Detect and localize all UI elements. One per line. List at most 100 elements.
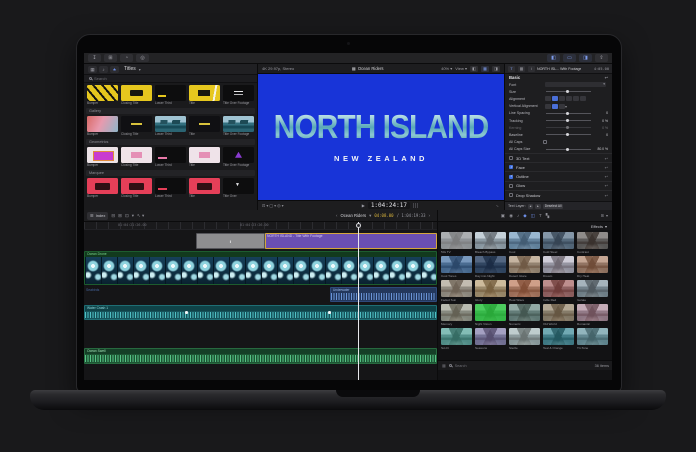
video-inspector-icon[interactable]: ▦ <box>518 65 525 72</box>
title-template[interactable]: Title Over Footage <box>223 115 254 137</box>
crop-icon[interactable]: ▢ <box>269 203 273 208</box>
font-dropdown[interactable] <box>545 82 606 88</box>
section-checkbox[interactable] <box>509 174 513 179</box>
media-import-icon[interactable]: ↧ <box>88 54 101 62</box>
title-text-sub[interactable]: NEW ZEALAND <box>334 154 428 163</box>
slider-handle[interactable] <box>565 126 569 130</box>
range-check-icon[interactable]: ◧ <box>469 65 478 72</box>
valign-segment[interactable] <box>545 103 551 109</box>
parameter-slider[interactable] <box>546 119 591 123</box>
prev-project-icon[interactable]: ‹ <box>336 213 338 218</box>
parameter-checkbox[interactable] <box>543 140 547 145</box>
object-tracker-icon[interactable]: ◎ <box>136 54 149 62</box>
effect-tile[interactable]: Cool Tones <box>441 256 472 278</box>
effect-tile[interactable]: Sterile <box>509 328 540 350</box>
transitions-browser-icon[interactable]: ◫ <box>531 213 535 219</box>
parameter-slider[interactable] <box>546 147 591 151</box>
compare-icon[interactable]: ◨ <box>491 65 500 72</box>
background-tasks-icon[interactable]: ◔ <box>120 54 133 62</box>
gap-clip[interactable]: ‖ <box>196 233 265 249</box>
title-inspector-icon[interactable]: T <box>508 65 515 72</box>
generators-browser-icon[interactable]: ▚ <box>546 213 549 219</box>
effect-tile[interactable]: Glory <box>475 280 506 302</box>
keyframe-dot[interactable] <box>185 311 188 314</box>
share-icon[interactable]: ⇧ <box>595 54 608 62</box>
effect-tile[interactable]: Numeric <box>509 304 540 326</box>
alignment-segment[interactable] <box>580 96 586 102</box>
valign-segment[interactable] <box>552 103 558 109</box>
browser-search[interactable]: Search <box>84 75 257 83</box>
toggle-section-glow[interactable]: Glow ↩ <box>505 180 612 190</box>
effect-tile[interactable]: Indie Red <box>543 280 574 302</box>
alignment-segment[interactable] <box>545 96 551 102</box>
audio-clip-green[interactable]: Ocean Swell <box>84 348 437 364</box>
title-template[interactable]: Closing Title <box>121 146 152 168</box>
audio-clip-blue[interactable]: Underwater <box>330 287 437 302</box>
info-inspector-icon[interactable]: i <box>528 65 535 72</box>
trim-start-icon[interactable]: ⊟ <box>111 213 115 219</box>
keyword-editor-icon[interactable]: ⊞ <box>104 54 117 62</box>
title-template[interactable]: Title <box>189 85 220 106</box>
title-template[interactable]: Bumper <box>87 85 118 106</box>
effect-tile[interactable]: Cool <box>509 232 540 254</box>
effect-tile[interactable]: Seasons <box>475 328 506 350</box>
slider-handle[interactable] <box>565 111 569 115</box>
parameter-slider[interactable] <box>546 111 591 115</box>
effect-tile[interactable]: Desert Glare <box>509 256 540 278</box>
reset-icon[interactable]: ↩ <box>605 193 608 198</box>
reset-icon[interactable]: ↩ <box>605 183 608 188</box>
photos-browser-icon[interactable]: ◉ <box>509 213 513 219</box>
effect-tile[interactable]: Faded Sun <box>441 280 472 302</box>
effect-tile[interactable]: Bleach Bypass <box>475 232 506 254</box>
toggle-section-face[interactable]: Face ↩ <box>505 162 612 171</box>
deselect-all-button[interactable]: Deselect All <box>542 203 564 209</box>
title-template[interactable]: Lower Third <box>155 146 186 168</box>
effect-tile[interactable]: Teal & Orange <box>543 328 574 350</box>
next-project-icon[interactable]: › <box>429 213 431 218</box>
trim-end-icon[interactable]: ⊞ <box>118 213 122 219</box>
effect-tile[interactable]: Memory <box>441 304 472 326</box>
timeline-project-name[interactable]: Ocean Riders <box>340 213 366 218</box>
grid-view-icon[interactable]: ⊞ <box>601 213 604 218</box>
effect-tile[interactable]: Isolate <box>577 280 608 302</box>
keyframe-dot[interactable] <box>328 311 331 314</box>
timeline[interactable]: 01:04:21:26.00 01:04:23:26.00 ‖ NORTH ISL… <box>84 222 437 380</box>
prev-layer-button[interactable]: ◂ <box>527 203 534 209</box>
timeline-panel-icon[interactable]: ▭ <box>563 54 576 62</box>
fullscreen-icon[interactable]: ↔ <box>495 202 501 208</box>
title-template[interactable]: Title Over Footage <box>223 146 254 168</box>
overlay-icon[interactable]: ▦ <box>480 65 489 72</box>
toggle-section-3d-text[interactable]: 3D Text ↩ <box>505 152 612 162</box>
title-text-main[interactable]: NORTH ISLAND <box>274 109 490 147</box>
browser-panel-icon[interactable]: ◧ <box>547 54 560 62</box>
effect-tile[interactable]: Romantic <box>577 304 608 326</box>
audio-clip-teal[interactable]: Water Crash 1 <box>84 305 437 320</box>
clip-skimming-icon[interactable]: ▾ <box>132 213 134 219</box>
title-template[interactable]: Lower Third <box>155 115 186 137</box>
title-template[interactable]: Bumper <box>87 115 118 137</box>
effect-tile[interactable]: Dream <box>543 256 574 278</box>
section-checkbox[interactable] <box>509 165 513 170</box>
effect-tile[interactable]: Heat Wave <box>509 280 540 302</box>
alignment-segment[interactable] <box>552 96 558 102</box>
view-dropdown[interactable]: View ▾ <box>455 66 467 71</box>
parameter-slider[interactable] <box>546 126 591 130</box>
playhead[interactable] <box>358 222 359 380</box>
title-template[interactable]: Bumper <box>87 177 118 199</box>
title-template[interactable]: Bumper <box>87 146 118 168</box>
timeline-ruler[interactable]: 01:04:21:26.00 01:04:23:26.00 <box>84 222 437 230</box>
section-checkbox[interactable] <box>509 183 513 188</box>
next-layer-button[interactable]: ▸ <box>535 203 541 209</box>
title-template[interactable]: Title <box>189 177 220 199</box>
effect-tile[interactable]: Day into Night <box>475 256 506 278</box>
section-checkbox[interactable] <box>509 156 513 161</box>
effect-tile[interactable]: Contrast <box>577 232 608 254</box>
video-clip[interactable]: Ocean Drone <box>84 251 437 285</box>
slider-handle[interactable] <box>565 147 569 151</box>
playhead-handle[interactable] <box>356 223 361 228</box>
titles-browser-icon[interactable]: T <box>539 213 542 218</box>
title-template[interactable]: Title <box>189 146 220 168</box>
camera-browser-icon[interactable]: ▣ <box>501 213 505 219</box>
slider-handle[interactable] <box>565 119 569 123</box>
vertical-alignment-segments[interactable] <box>545 103 565 109</box>
